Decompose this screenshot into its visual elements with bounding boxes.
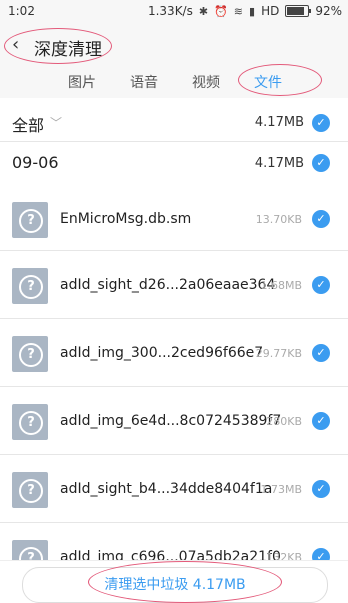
file-row[interactable]: ? adId_img_300...2ced96f66e7 29.77KB ✓	[0, 334, 348, 378]
chevron-down-icon[interactable]: ﹀	[50, 114, 62, 131]
summary-label: 全部	[12, 116, 45, 135]
file-name: adId_sight_d26...2a06eaae364	[60, 277, 276, 293]
signal-icon: ▮	[249, 4, 256, 18]
divider	[0, 386, 348, 387]
battery-icon	[285, 5, 312, 17]
file-name: adId_img_300...2ced96f66e7	[60, 345, 264, 361]
file-row[interactable]: ? adId_img_c696...07a5db2a21f0 132KB ✓	[0, 538, 348, 560]
bottom-bar: 清理选中垃圾 4.17MB	[0, 560, 348, 603]
header: ‹ 深度清理	[0, 24, 348, 68]
unknown-file-icon: ?	[12, 202, 48, 238]
battery-level: 92%	[315, 4, 342, 18]
check-icon[interactable]: ✓	[312, 412, 330, 430]
summary-size: 4.17MB	[254, 115, 304, 130]
file-name: adId_img_6e4d...8c07245389f7	[60, 413, 282, 429]
file-size: 29.77KB	[255, 347, 302, 360]
file-row[interactable]: ? adId_sight_d26...2a06eaae364 1.68MB ✓	[0, 266, 348, 310]
status-right: 1.33K/s ✱ ⏰ ≋ ▮ HD 92%	[148, 4, 342, 18]
network-speed: 1.33K/s	[147, 4, 193, 18]
unknown-file-icon: ?	[12, 540, 48, 560]
file-size: 132KB	[266, 551, 302, 560]
divider	[0, 250, 348, 251]
network-type: HD	[261, 4, 280, 18]
file-name: adId_sight_b4...34dde8404f1a	[60, 481, 273, 497]
back-icon[interactable]: ‹	[12, 34, 19, 55]
tab-bar: 图片 语音 视频 文件	[0, 64, 348, 98]
unknown-file-icon: ?	[12, 336, 48, 372]
check-icon[interactable]: ✓	[312, 344, 330, 362]
divider	[0, 454, 348, 455]
file-name: adId_img_c696...07a5db2a21f0	[60, 549, 281, 560]
bluetooth-icon: ✱	[198, 4, 209, 18]
unknown-file-icon: ?	[12, 404, 48, 440]
status-bar: 1:02 1.33K/s ✱ ⏰ ≋ ▮ HD 92%	[0, 0, 348, 24]
divider	[0, 522, 348, 523]
wifi-icon: ≋	[233, 4, 243, 18]
file-name: EnMicroMsg.db.sm	[60, 211, 192, 227]
check-icon[interactable]: ✓	[312, 114, 330, 132]
status-time: 1:02	[8, 4, 35, 18]
check-icon[interactable]: ✓	[312, 548, 330, 560]
tab-voice[interactable]: 语音	[130, 72, 158, 92]
check-icon[interactable]: ✓	[312, 480, 330, 498]
check-icon[interactable]: ✓	[312, 276, 330, 294]
tab-annotation-circle	[238, 64, 322, 96]
date-group-row[interactable]: 09-06 4.17MB ✓	[0, 144, 348, 180]
unknown-file-icon: ?	[12, 472, 48, 508]
check-icon[interactable]: ✓	[312, 154, 330, 172]
date-group-size: 4.17MB	[254, 156, 304, 171]
alarm-icon: ⏰	[214, 4, 228, 18]
page-title: 深度清理	[34, 40, 102, 60]
file-size: 1.68MB	[260, 279, 302, 292]
tab-images[interactable]: 图片	[68, 72, 96, 92]
summary-row[interactable]: 全部 ﹀ 4.17MB ✓	[0, 104, 348, 140]
date-group-label: 09-06	[12, 153, 59, 172]
file-row[interactable]: ? adId_sight_b4...34dde8404f1a 1.73MB ✓	[0, 470, 348, 514]
file-size: 13.70KB	[255, 213, 302, 226]
check-icon[interactable]: ✓	[312, 210, 330, 228]
tab-video[interactable]: 视频	[192, 72, 220, 92]
divider	[0, 141, 348, 142]
clean-selected-button[interactable]: 清理选中垃圾 4.17MB	[22, 567, 328, 603]
unknown-file-icon: ?	[12, 268, 48, 304]
file-size: 280KB	[266, 415, 302, 428]
file-row[interactable]: ? EnMicroMsg.db.sm 13.70KB ✓	[0, 198, 348, 242]
file-row[interactable]: ? adId_img_6e4d...8c07245389f7 280KB ✓	[0, 402, 348, 446]
file-size: 1.73MB	[260, 483, 302, 496]
divider	[0, 318, 348, 319]
